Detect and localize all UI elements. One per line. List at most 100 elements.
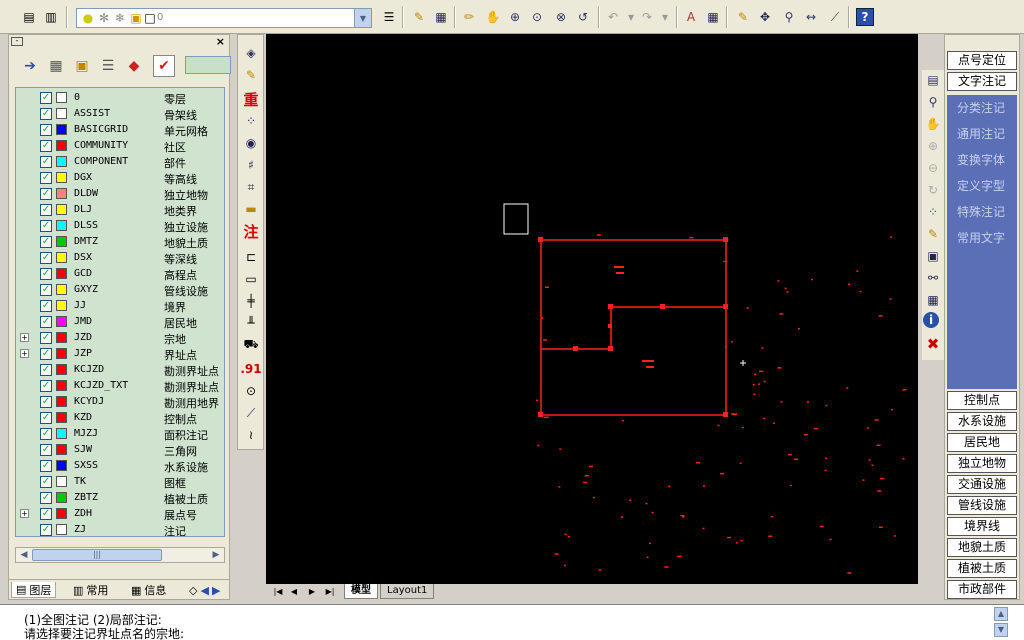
layer-color-swatch[interactable]	[56, 236, 67, 247]
undo-icon[interactable]: ↶	[604, 8, 622, 26]
layer-color-swatch[interactable]	[56, 316, 67, 327]
layer-row[interactable]: ✓ DLSS 独立设施	[16, 218, 224, 234]
layer-color-swatch[interactable]	[56, 140, 67, 151]
category-button[interactable]: 独立地物	[947, 454, 1017, 473]
layer-row[interactable]: ✓ KCJZD 勘测界址点	[16, 362, 224, 378]
layer-row[interactable]: ✓ COMMUNITY 社区	[16, 138, 224, 154]
text-style-icon[interactable]: A	[682, 8, 700, 26]
layer-row[interactable]: ✓ ZJ 注记	[16, 522, 224, 536]
drawing-canvas[interactable]	[266, 34, 918, 584]
layer-color-swatch[interactable]	[56, 348, 67, 359]
layer-color-swatch[interactable]	[56, 172, 67, 183]
tab-info[interactable]: ▦ 信息	[127, 582, 170, 598]
layer-color-swatch[interactable]	[56, 476, 67, 487]
layer-row[interactable]: ✓ DLDW 独立地物	[16, 186, 224, 202]
layer-visible-checkbox[interactable]: ✓	[40, 492, 52, 504]
tab-model[interactable]: 模型	[344, 584, 378, 599]
layer-row[interactable]: ✓ MJZJ 面积注记	[16, 426, 224, 442]
expand-icon[interactable]: +	[20, 509, 29, 518]
chevron-down-icon[interactable]: ▼	[354, 9, 371, 27]
connect-icon[interactable]: ⚯	[923, 268, 943, 288]
scrollbar-thumb[interactable]: |||	[32, 549, 162, 561]
layer-row[interactable]: ✓ GXYZ 管线设施	[16, 282, 224, 298]
last-tab-icon[interactable]: ▶|	[322, 585, 338, 598]
scattered-points[interactable]	[536, 234, 907, 574]
layer-row[interactable]: ✓ DMTZ 地貌土质	[16, 234, 224, 250]
circle-point-icon[interactable]: ⊙	[241, 381, 261, 401]
select-tag-icon[interactable]: ◈	[241, 43, 261, 63]
submenu-item[interactable]: 常用文字	[957, 229, 1005, 246]
tab-scroll-right-icon[interactable]: ▶	[212, 584, 220, 597]
table-icon[interactable]: ▦	[923, 290, 943, 310]
layer-visible-checkbox[interactable]: ✓	[40, 108, 52, 120]
layer-color-swatch[interactable]	[56, 156, 67, 167]
redraw-button[interactable]: 重	[241, 89, 261, 109]
layer-visible-checkbox[interactable]: ✓	[40, 508, 52, 520]
layer-visible-checkbox[interactable]: ✓	[40, 524, 52, 536]
layers-icon[interactable]: ▤	[20, 8, 38, 26]
layer-visible-checkbox[interactable]: ✓	[40, 300, 52, 312]
current-layer-swatch[interactable]	[185, 56, 231, 74]
fence-icon[interactable]: ♯	[241, 155, 261, 175]
layer-visible-checkbox[interactable]: ✓	[40, 364, 52, 376]
layer-color-swatch[interactable]	[56, 524, 67, 535]
layer-visible-checkbox[interactable]: ✓	[40, 92, 52, 104]
submenu-item[interactable]: 定义字型	[957, 177, 1005, 194]
save-icon[interactable]: ▦	[432, 8, 450, 26]
layer-color-swatch[interactable]	[56, 284, 67, 295]
tab-more[interactable]: ◇ ◀ ▶	[185, 582, 224, 598]
submenu-item[interactable]: 特殊注记	[957, 203, 1005, 220]
layer-color-swatch[interactable]	[56, 268, 67, 279]
layer-visible-checkbox[interactable]: ✓	[40, 380, 52, 392]
layer-row[interactable]: ✓ KZD 控制点	[16, 410, 224, 426]
layer-color-swatch[interactable]	[56, 204, 67, 215]
category-button[interactable]: 市政部件	[947, 580, 1017, 599]
comb-icon[interactable]: ╨	[241, 313, 261, 333]
next-tab-icon[interactable]: ▶	[304, 585, 320, 598]
layer-row[interactable]: ✓ JMD 居民地	[16, 314, 224, 330]
edit-tag-icon[interactable]: ✎	[241, 65, 261, 85]
layer-visible-checkbox[interactable]: ✓	[40, 316, 52, 328]
query-icon[interactable]: ⚲	[780, 8, 798, 26]
layer-list-scrollbar[interactable]: ◀ ||| ▶	[15, 547, 225, 563]
scroll-up-icon[interactable]: ▲	[994, 607, 1008, 621]
submenu-item[interactable]: 分类注记	[957, 99, 1005, 116]
collapse-icon[interactable]: -	[11, 37, 23, 46]
layer-row[interactable]: ✓ DSX 等深线	[16, 250, 224, 266]
category-button[interactable]: 境界线	[947, 517, 1017, 536]
submenu-item[interactable]: 变换字体	[957, 151, 1005, 168]
layers-stack-icon[interactable]: ▣	[923, 246, 943, 266]
help-icon[interactable]: ?	[856, 8, 874, 26]
layer-visible-checkbox[interactable]: ✓	[40, 284, 52, 296]
layer-visible-checkbox[interactable]: ✓	[40, 332, 52, 344]
layer-settings-icon[interactable]: ▣	[71, 55, 93, 77]
zoom-window-icon[interactable]: ⊙	[528, 8, 546, 26]
prev-tab-icon[interactable]: ◀	[286, 585, 302, 598]
layer-visible-checkbox[interactable]: ✓	[40, 444, 52, 456]
grid-icon[interactable]: ▦	[704, 8, 722, 26]
layer-color-swatch[interactable]	[56, 412, 67, 423]
scroll-left-icon[interactable]: ◀	[17, 549, 31, 561]
layer-row[interactable]: ✓ ASSIST 骨架线	[16, 106, 224, 122]
points-icon[interactable]: ⁘	[923, 202, 943, 222]
layer-color-swatch[interactable]	[56, 364, 67, 375]
zoom-realtime-icon[interactable]: ⊕	[506, 8, 524, 26]
scroll-right-icon[interactable]: ▶	[209, 549, 223, 561]
layer-states-icon[interactable]: ▥	[42, 8, 60, 26]
layer-row[interactable]: + ✓ ZDH 展点号	[16, 506, 224, 522]
measure-icon[interactable]: ↔	[802, 8, 820, 26]
annotate-button[interactable]: 注	[241, 221, 261, 241]
category-button[interactable]: 水系设施	[947, 412, 1017, 431]
line-icon[interactable]: ⟋	[241, 403, 261, 423]
layer-row[interactable]: ✓ KCYDJ 勘测用地界	[16, 394, 224, 410]
layer-visible-checkbox[interactable]: ✓	[40, 460, 52, 472]
tab-layers[interactable]: ▤ 图层	[11, 582, 57, 598]
tab-scroll-left-icon[interactable]: ◀	[200, 584, 208, 597]
category-button[interactable]: 地貌土质	[947, 538, 1017, 557]
layer-row[interactable]: ✓ 0 零层	[16, 90, 224, 106]
dimension-icon[interactable]: ⟋	[826, 8, 844, 26]
camera-icon[interactable]: ◉	[241, 133, 261, 153]
layer-color-swatch[interactable]	[56, 460, 67, 471]
layer-row[interactable]: ✓ JJ 境界	[16, 298, 224, 314]
pencil-icon[interactable]: ✏	[460, 8, 478, 26]
